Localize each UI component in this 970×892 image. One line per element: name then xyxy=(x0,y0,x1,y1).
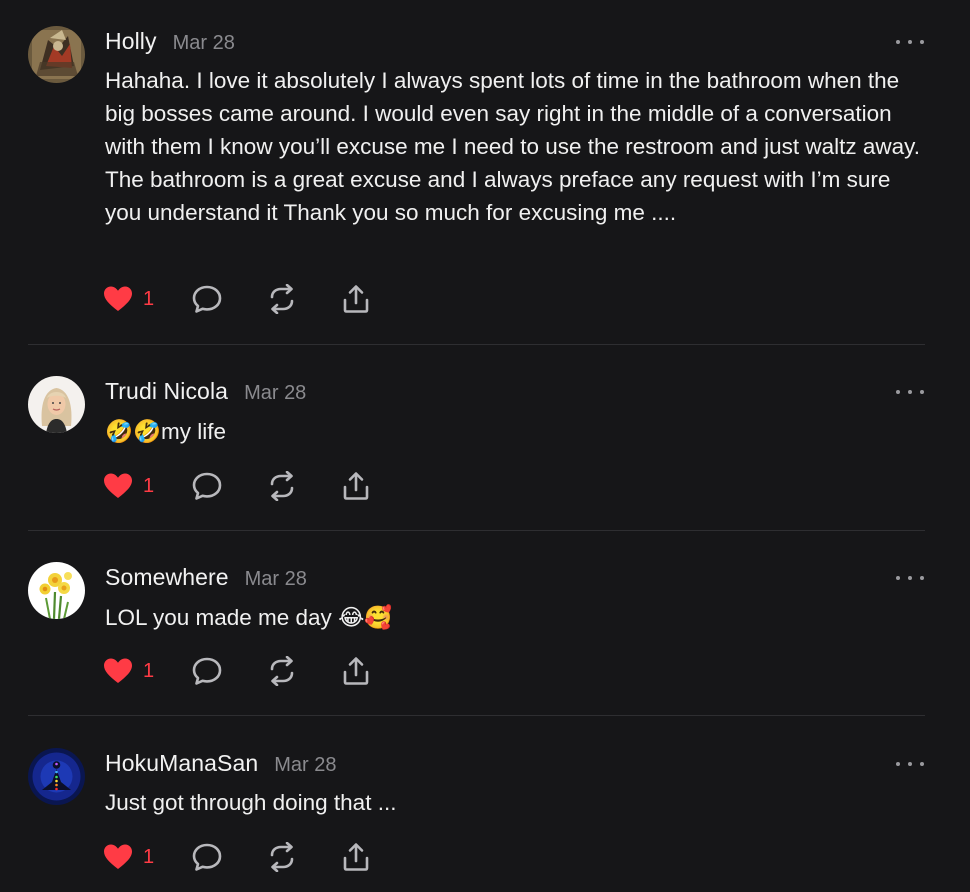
avatar-holly-image xyxy=(28,26,85,83)
comment-header: Trudi Nicola Mar 28 xyxy=(105,378,306,406)
like-count: 1 xyxy=(143,659,155,682)
author-name[interactable]: Trudi Nicola xyxy=(105,378,228,405)
restack-icon xyxy=(270,842,294,872)
heart-icon xyxy=(104,473,132,498)
restack-icon xyxy=(270,284,294,314)
reply-button[interactable] xyxy=(191,842,223,872)
more-options-icon[interactable] xyxy=(896,571,924,585)
like-button[interactable]: 1 xyxy=(103,285,154,313)
share-button[interactable] xyxy=(341,284,371,314)
like-count: 1 xyxy=(143,474,155,497)
restack-button[interactable] xyxy=(267,284,297,314)
comment-text: LOL you made me day 😂🥰 xyxy=(105,605,393,630)
comment-date[interactable]: Mar 28 xyxy=(244,382,306,405)
share-icon xyxy=(343,843,369,871)
heart-icon xyxy=(104,658,132,683)
comment-header: Holly Mar 28 xyxy=(105,28,235,56)
more-options-icon[interactable] xyxy=(896,385,924,399)
comment-bubble-icon xyxy=(192,285,222,313)
like-count: 1 xyxy=(143,845,155,868)
like-button[interactable]: 1 xyxy=(103,843,154,871)
comment-actions: 1 xyxy=(103,842,371,872)
restack-icon xyxy=(270,471,294,501)
comment-header: Somewhere Mar 28 xyxy=(105,564,307,592)
author-name[interactable]: Somewhere xyxy=(105,564,229,591)
share-button[interactable] xyxy=(341,471,371,501)
avatar-somewhere-image xyxy=(28,562,85,619)
heart-icon xyxy=(104,286,132,311)
restack-button[interactable] xyxy=(267,656,297,686)
like-count: 1 xyxy=(143,287,155,310)
comment-text: Just got through doing that ... xyxy=(105,790,397,815)
avatar-hokumanasan-image xyxy=(28,748,85,805)
avatar-trudi-nicola[interactable] xyxy=(28,376,85,433)
avatar-somewhere[interactable] xyxy=(28,562,85,619)
comment-text: 🤣🤣my life xyxy=(105,419,227,444)
comment-date[interactable]: Mar 28 xyxy=(274,754,336,777)
comment-bubble-icon xyxy=(192,657,222,685)
comment-header: HokuManaSan Mar 28 xyxy=(105,750,337,778)
restack-icon xyxy=(270,656,294,686)
comment-actions: 1 xyxy=(103,471,371,501)
more-options-icon[interactable] xyxy=(896,35,924,49)
more-options-icon[interactable] xyxy=(896,757,924,771)
comment-actions: 1 xyxy=(103,284,371,314)
comment-actions: 1 xyxy=(103,656,371,686)
comment-date[interactable]: Mar 28 xyxy=(245,568,307,591)
restack-button[interactable] xyxy=(267,471,297,501)
avatar-trudi-image xyxy=(28,376,85,433)
share-icon xyxy=(343,472,369,500)
heart-icon xyxy=(104,844,132,869)
reply-button[interactable] xyxy=(191,656,223,686)
comment-bubble-icon xyxy=(192,843,222,871)
share-button[interactable] xyxy=(341,656,371,686)
reply-button[interactable] xyxy=(191,284,223,314)
like-button[interactable]: 1 xyxy=(103,657,154,685)
share-icon xyxy=(343,285,369,313)
divider xyxy=(28,344,925,345)
restack-button[interactable] xyxy=(267,842,297,872)
reply-button[interactable] xyxy=(191,471,223,501)
avatar-hokumanasan[interactable] xyxy=(28,748,85,805)
author-name[interactable]: Holly xyxy=(105,28,157,55)
divider xyxy=(28,715,925,716)
comment-date[interactable]: Mar 28 xyxy=(173,32,235,55)
divider xyxy=(28,530,925,531)
like-button[interactable]: 1 xyxy=(103,472,154,500)
comment-text: Hahaha. I love it absolutely I always sp… xyxy=(105,68,920,225)
share-button[interactable] xyxy=(341,842,371,872)
author-name[interactable]: HokuManaSan xyxy=(105,750,258,777)
share-icon xyxy=(343,657,369,685)
comment-bubble-icon xyxy=(192,472,222,500)
avatar-holly[interactable] xyxy=(28,26,85,83)
comment-thread: Holly Mar 28 Hahaha. I love it absolutel… xyxy=(0,0,970,892)
